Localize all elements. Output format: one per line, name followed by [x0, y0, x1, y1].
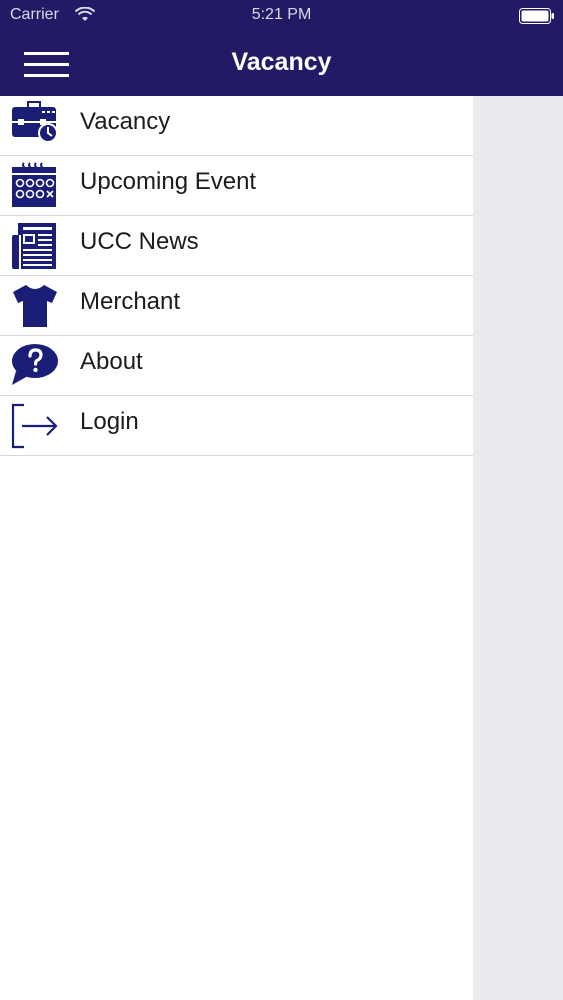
content-overlay[interactable]: [473, 96, 563, 1000]
menu-item-ucc-news[interactable]: UCC News: [0, 216, 473, 276]
menu-item-label: Upcoming Event: [80, 168, 257, 195]
status-time: 5:21 PM: [251, 6, 312, 23]
page-title: Vacancy: [231, 48, 332, 76]
menu-item-label: Merchant: [80, 288, 181, 315]
navigation-bar: Vacancy: [0, 32, 563, 96]
menu-item-label: About: [80, 348, 143, 375]
question-bubble-icon: [12, 344, 58, 385]
tshirt-icon: [13, 285, 57, 327]
newspaper-icon: [12, 223, 56, 269]
login-arrow-icon: [11, 403, 58, 449]
menu-item-merchant[interactable]: Merchant: [0, 276, 473, 336]
top-bar: Carrier 5:21 PM Vacancy: [0, 0, 563, 96]
app-screen: Carrier 5:21 PM Vacancy Vacancy Upcoming…: [0, 0, 563, 1000]
menu-item-login[interactable]: Login: [0, 396, 473, 456]
side-drawer-menu: Vacancy Upcoming Event UCC News Merchant…: [0, 96, 473, 1000]
battery-icon: [519, 8, 554, 24]
menu-item-upcoming-event[interactable]: Upcoming Event: [0, 156, 473, 216]
calendar-icon: [12, 162, 56, 207]
briefcase-clock-icon: [12, 101, 58, 143]
menu-item-label: Vacancy: [80, 108, 171, 135]
menu-item-about[interactable]: About: [0, 336, 473, 396]
menu-item-label: Login: [80, 408, 139, 435]
menu-item-vacancy[interactable]: Vacancy: [0, 96, 473, 156]
menu-item-label: UCC News: [80, 228, 199, 255]
status-bar: Carrier 5:21 PM: [0, 0, 563, 32]
